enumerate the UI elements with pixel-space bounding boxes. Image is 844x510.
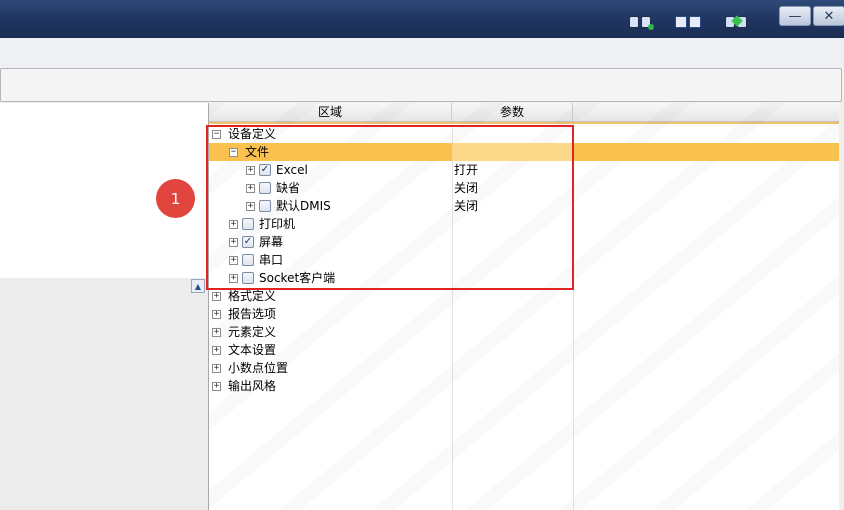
display-layout-icon[interactable] [674,14,702,30]
row-label: 元素定义 [228,325,277,339]
tree-row[interactable]: + 文本设置 [209,341,839,359]
annotation-badge: 1 [156,179,195,218]
toolbar-band [0,38,844,68]
expand-icon[interactable]: + [229,238,238,247]
settings-tree-grid: 区域 参数 − 设备定义 − 文件 + ✓ Excel 打开 + 缺省 关闭 + 默认DMIS 关闭 + 打印… [208,103,839,510]
tree-row[interactable]: + 打印机 [209,215,839,233]
row-checkbox[interactable] [242,218,254,230]
tree-row[interactable]: + 串口 [209,251,839,269]
row-param-value[interactable] [452,341,573,359]
expand-icon[interactable]: + [246,184,255,193]
collapse-icon[interactable]: − [212,130,221,139]
tree-row[interactable]: + ✓ 屏幕 [209,233,839,251]
row-checkbox[interactable] [259,200,271,212]
left-empty-pane [0,278,208,510]
title-bar: — ✕ [0,0,844,38]
row-label: 默认DMIS [276,199,331,213]
tree-row[interactable]: + 小数点位置 [209,359,839,377]
row-label: 文件 [245,145,270,159]
row-checkbox[interactable] [242,272,254,284]
row-label: 小数点位置 [228,361,289,375]
row-checkbox[interactable]: ✓ [259,164,271,176]
row-label: 串口 [259,253,284,267]
row-param-value[interactable] [452,287,573,305]
row-param-value[interactable] [452,323,573,341]
row-label: 缺省 [276,181,301,195]
row-label: 输出风格 [228,379,277,393]
probe-connect-icon[interactable] [626,14,654,30]
row-param-value[interactable]: 关闭 [452,197,573,215]
expand-icon[interactable]: + [229,220,238,229]
tree-row[interactable]: + 元素定义 [209,323,839,341]
row-label: 屏幕 [259,235,284,249]
scroll-up-button[interactable]: ▲ [191,279,205,293]
row-param-value[interactable] [452,125,573,143]
tree-row[interactable]: + 默认DMIS 关闭 [209,197,839,215]
tree-row[interactable]: + ✓ Excel 打开 [209,161,839,179]
row-param-value[interactable] [452,143,573,161]
close-button[interactable]: ✕ [813,6,844,26]
row-label: 格式定义 [228,289,277,303]
row-label: 文本设置 [228,343,277,357]
row-param-value[interactable] [452,215,573,233]
row-param-value[interactable]: 打开 [452,161,573,179]
row-label: 报告选项 [228,307,277,321]
expand-icon[interactable]: + [212,292,221,301]
column-header-param[interactable]: 参数 [452,103,573,122]
expand-icon[interactable]: + [229,274,238,283]
tree-row[interactable]: + Socket客户端 [209,269,839,287]
row-label: 打印机 [259,217,296,231]
expand-icon[interactable]: + [246,202,255,211]
tree-row[interactable]: + 输出风格 [209,377,839,395]
sync-transfer-icon[interactable] [722,14,750,30]
expand-icon[interactable]: + [212,364,221,373]
expand-icon[interactable]: + [212,346,221,355]
column-header-blank [573,103,839,122]
row-param-value[interactable] [452,377,573,395]
tree-row[interactable]: + 报告选项 [209,305,839,323]
toolbar-panel [0,68,842,102]
row-param-value[interactable] [452,269,573,287]
column-header-area[interactable]: 区域 [209,103,452,122]
tree-row[interactable]: − 文件 [209,143,839,161]
row-checkbox[interactable] [259,182,271,194]
row-param-value[interactable] [452,359,573,377]
tree-row[interactable]: − 设备定义 [209,125,839,143]
row-checkbox[interactable]: ✓ [242,236,254,248]
tree-row[interactable]: + 缺省 关闭 [209,179,839,197]
row-param-value[interactable] [452,305,573,323]
expand-icon[interactable]: + [246,166,255,175]
row-param-value[interactable] [452,233,573,251]
expand-icon[interactable]: + [212,310,221,319]
row-label: 设备定义 [228,127,277,141]
row-label: Socket客户端 [259,271,336,285]
row-label: Excel [276,163,308,177]
row-param-value[interactable] [452,251,573,269]
tree-row[interactable]: + 格式定义 [209,287,839,305]
expand-icon[interactable]: + [229,256,238,265]
row-checkbox[interactable] [242,254,254,266]
expand-icon[interactable]: + [212,382,221,391]
minimize-button[interactable]: — [779,6,811,26]
collapse-icon[interactable]: − [229,148,238,157]
header-underline [209,122,839,124]
expand-icon[interactable]: + [212,328,221,337]
row-param-value[interactable]: 关闭 [452,179,573,197]
